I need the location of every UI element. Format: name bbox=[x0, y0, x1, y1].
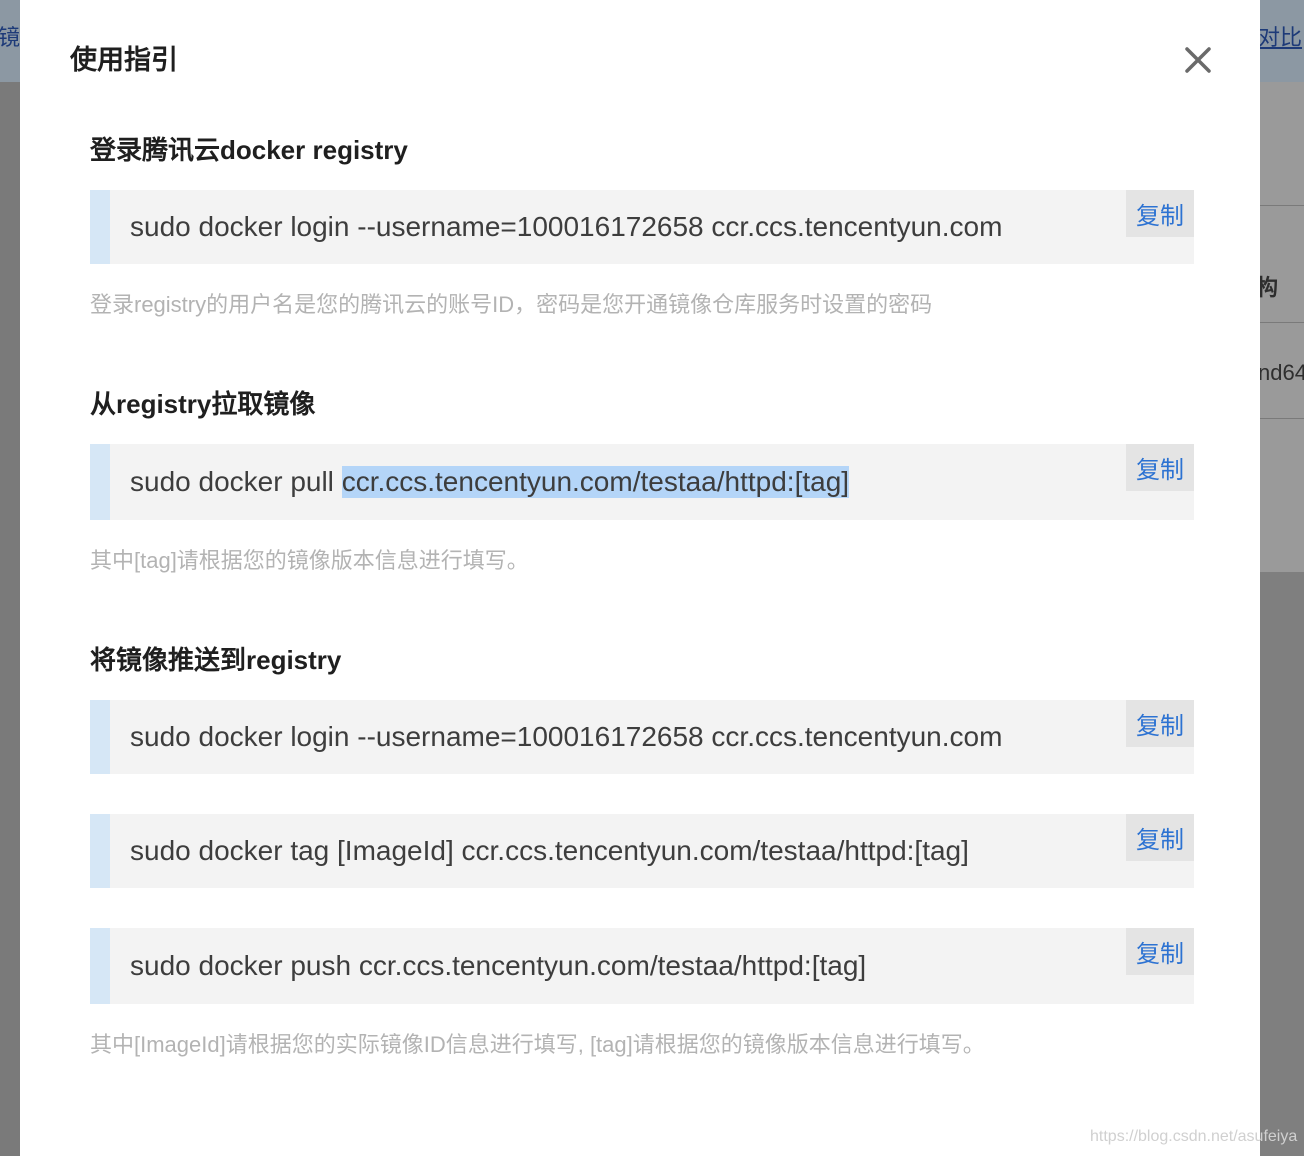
background-cell: nd64 bbox=[1258, 360, 1304, 385]
close-icon bbox=[1185, 47, 1211, 73]
close-button[interactable] bbox=[1178, 40, 1218, 80]
background-left-band bbox=[0, 82, 20, 1156]
command-box: sudo docker pull ccr.ccs.tencentyun.com/… bbox=[90, 444, 1194, 520]
command-box: sudo docker push ccr.ccs.tencentyun.com/… bbox=[90, 928, 1194, 1004]
section-hint: 其中[ImageId]请根据您的实际镜像ID信息进行填写, [tag]请根据您的… bbox=[90, 1032, 985, 1057]
copy-button[interactable]: 复制 bbox=[1126, 190, 1194, 237]
watermark: https://blog.csdn.net/asufeiya bbox=[1090, 1128, 1298, 1145]
command-accent-bar bbox=[90, 814, 110, 888]
section-hint: 其中[tag]请根据您的镜像版本信息进行填写。 bbox=[90, 548, 529, 573]
background-lower-band bbox=[1260, 572, 1304, 1156]
usage-guide-dialog: 使用指引 登录腾讯云docker registry sudo docker lo… bbox=[20, 0, 1260, 1156]
background-content-band bbox=[1260, 82, 1304, 572]
command-box: sudo docker login --username=10001617265… bbox=[90, 700, 1194, 774]
background-compare-link: 对比 bbox=[1258, 25, 1303, 50]
command-box: sudo docker login --username=10001617265… bbox=[90, 190, 1194, 264]
command-accent-bar bbox=[90, 190, 110, 264]
command-text[interactable]: sudo docker login --username=10001617265… bbox=[130, 700, 1002, 774]
dialog-title: 使用指引 bbox=[70, 45, 178, 75]
command-accent-bar bbox=[90, 444, 110, 520]
section-title-login: 登录腾讯云docker registry bbox=[90, 135, 408, 165]
section-title-push: 将镜像推送到registry bbox=[90, 645, 342, 675]
selected-text: ccr.ccs.tencentyun.com/testaa/httpd:[tag… bbox=[341, 466, 850, 498]
copy-button[interactable]: 复制 bbox=[1126, 700, 1194, 747]
copy-button[interactable]: 复制 bbox=[1126, 444, 1194, 491]
command-prefix: sudo docker pull bbox=[130, 466, 342, 497]
background-label: 镜 bbox=[0, 25, 21, 50]
command-text[interactable]: sudo docker tag [ImageId] ccr.ccs.tencen… bbox=[130, 814, 969, 888]
command-text[interactable]: sudo docker login --username=10001617265… bbox=[130, 190, 1002, 264]
copy-button[interactable]: 复制 bbox=[1126, 814, 1194, 861]
command-text[interactable]: sudo docker pull ccr.ccs.tencentyun.com/… bbox=[130, 444, 850, 520]
command-text[interactable]: sudo docker push ccr.ccs.tencentyun.com/… bbox=[130, 928, 866, 1004]
copy-button[interactable]: 复制 bbox=[1126, 928, 1194, 975]
section-hint: 登录registry的用户名是您的腾讯云的账号ID，密码是您开通镜像仓库服务时设… bbox=[90, 292, 933, 317]
command-accent-bar bbox=[90, 928, 110, 1004]
command-accent-bar bbox=[90, 700, 110, 774]
section-title-pull: 从registry拉取镜像 bbox=[90, 389, 316, 419]
command-box: sudo docker tag [ImageId] ccr.ccs.tencen… bbox=[90, 814, 1194, 888]
